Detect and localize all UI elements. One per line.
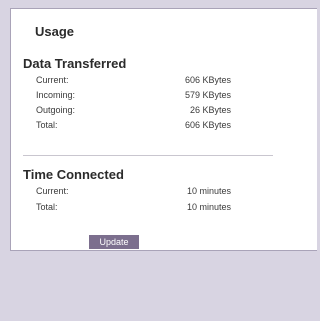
time-current-row: Current: 10 minutes bbox=[36, 186, 231, 200]
time-total-row: Total: 10 minutes bbox=[36, 202, 231, 216]
data-transferred-title: Data Transferred bbox=[23, 56, 127, 71]
update-button[interactable]: Update bbox=[89, 235, 139, 249]
data-current-row: Current: 606 KBytes bbox=[36, 75, 231, 89]
data-current-label: Current: bbox=[36, 75, 69, 85]
time-total-value: 10 minutes bbox=[186, 202, 231, 212]
data-total-value: 606 KBytes bbox=[184, 120, 231, 130]
section-divider bbox=[23, 155, 273, 156]
data-incoming-row: Incoming: 579 KBytes bbox=[36, 90, 231, 104]
data-outgoing-value: 26 KBytes bbox=[189, 105, 231, 115]
usage-panel: Usage Data Transferred Current: 606 KByt… bbox=[10, 8, 317, 251]
data-total-label: Total: bbox=[36, 120, 58, 130]
usage-title: Usage bbox=[35, 24, 75, 39]
data-outgoing-row: Outgoing: 26 KBytes bbox=[36, 105, 231, 119]
time-current-value: 10 minutes bbox=[186, 186, 231, 196]
data-incoming-value: 579 KBytes bbox=[184, 90, 231, 100]
data-total-row: Total: 606 KBytes bbox=[36, 120, 231, 134]
time-connected-title: Time Connected bbox=[23, 167, 124, 182]
time-current-label: Current: bbox=[36, 186, 69, 196]
data-incoming-label: Incoming: bbox=[36, 90, 76, 100]
data-outgoing-label: Outgoing: bbox=[36, 105, 76, 115]
time-total-label: Total: bbox=[36, 202, 58, 212]
data-current-value: 606 KBytes bbox=[184, 75, 231, 85]
